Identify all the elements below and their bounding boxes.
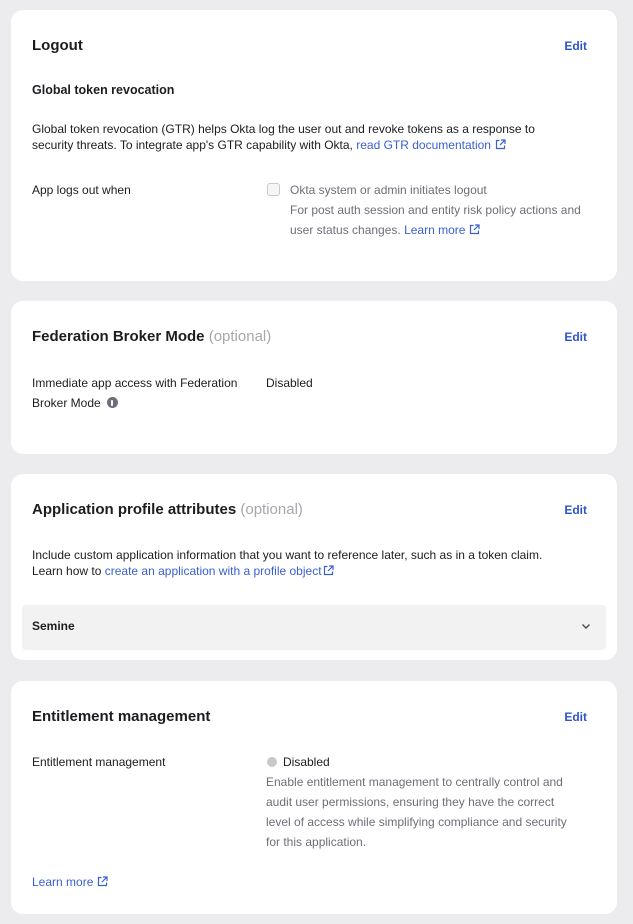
external-link-icon[interactable] (323, 565, 334, 576)
external-link-icon[interactable] (97, 876, 108, 887)
entitlement-row-label: Entitlement management (32, 755, 166, 769)
logout-learn-more-link[interactable]: Learn more (404, 223, 465, 237)
initiates-logout-checkbox[interactable] (267, 183, 280, 196)
logout-title: Logout (32, 37, 83, 54)
federation-title-text: Federation Broker Mode (32, 328, 205, 345)
federation-row-label-text: Broker Mode (32, 396, 101, 410)
federation-row-label: Immediate app access with Federation Bro… (32, 373, 237, 413)
federation-row-label-line1: Immediate app access with Federation (32, 376, 238, 390)
entitlement-learn-more: Learn more (32, 872, 108, 892)
logout-help-text: user status changes. (290, 223, 401, 237)
entitlement-title: Entitlement management (32, 708, 211, 725)
profile-attributes-edit-button[interactable]: Edit (564, 503, 587, 517)
profile-attributes-title: Application profile attributes (optional… (32, 501, 303, 518)
entitlement-desc-line3: level of access while simplifying compli… (266, 815, 567, 829)
federation-title: Federation Broker Mode (optional) (32, 328, 271, 345)
gtr-subtitle: Global token revocation (32, 83, 175, 97)
initiates-logout-label: Okta system or admin initiates logout (290, 183, 487, 197)
accordion-label: Semine (32, 619, 75, 633)
entitlement-learn-more-link[interactable]: Learn more (32, 875, 93, 889)
gtr-description-line2: security threats. To integrate app's GTR… (32, 137, 602, 153)
entitlement-card: Entitlement management Edit Entitlement … (11, 681, 617, 914)
profile-attributes-description-text: Learn how to (32, 564, 102, 578)
federation-row-label-line2: Broker Mode (32, 393, 237, 413)
profile-attributes-description-line2: Learn how to create an application with … (32, 563, 607, 579)
logout-help-line1: For post auth session and entity risk po… (290, 203, 581, 217)
gtr-description-text: security threats. To integrate app's GTR… (32, 138, 353, 152)
entitlement-edit-button[interactable]: Edit (564, 710, 587, 724)
external-link-icon[interactable] (469, 224, 481, 235)
entitlement-desc-line1: Enable entitlement management to central… (266, 775, 563, 789)
logout-card: Logout Edit Global token revocation Glob… (11, 10, 617, 281)
app-logs-out-label: App logs out when (32, 183, 131, 197)
profile-attributes-description-line1: Include custom application information t… (32, 548, 543, 562)
federation-optional-label: (optional) (208, 328, 272, 345)
profile-attributes-title-text: Application profile attributes (32, 501, 237, 518)
entitlement-desc-line4: for this application. (266, 835, 367, 849)
federation-value: Disabled (266, 376, 313, 390)
gtr-description-line1: Global token revocation (GTR) helps Okta… (32, 122, 535, 136)
profile-attributes-optional-label: (optional) (240, 501, 303, 518)
gtr-documentation-link[interactable]: read GTR documentation (356, 138, 491, 152)
profile-attributes-card: Application profile attributes (optional… (11, 474, 617, 660)
gtr-description: Global token revocation (GTR) helps Okta… (32, 121, 602, 153)
profile-attributes-description: Include custom application information t… (32, 547, 607, 579)
entitlement-desc-line2: audit user permissions, ensuring they ha… (266, 795, 555, 809)
logout-edit-button[interactable]: Edit (564, 39, 587, 53)
profile-accordion[interactable]: Semine (22, 605, 606, 650)
create-app-profile-object-link[interactable]: create an application with a profile obj… (105, 564, 322, 578)
federation-card: Federation Broker Mode (optional) Edit I… (11, 301, 617, 454)
entitlement-status-text: Disabled (283, 755, 330, 769)
entitlement-status: Disabled (267, 752, 330, 772)
federation-edit-button[interactable]: Edit (564, 330, 587, 344)
external-link-icon[interactable] (495, 139, 506, 150)
info-icon[interactable] (106, 397, 118, 408)
logout-help-line2: user status changes. Learn more (290, 220, 481, 240)
status-dot-icon (267, 757, 277, 767)
chevron-down-icon[interactable] (580, 620, 592, 632)
